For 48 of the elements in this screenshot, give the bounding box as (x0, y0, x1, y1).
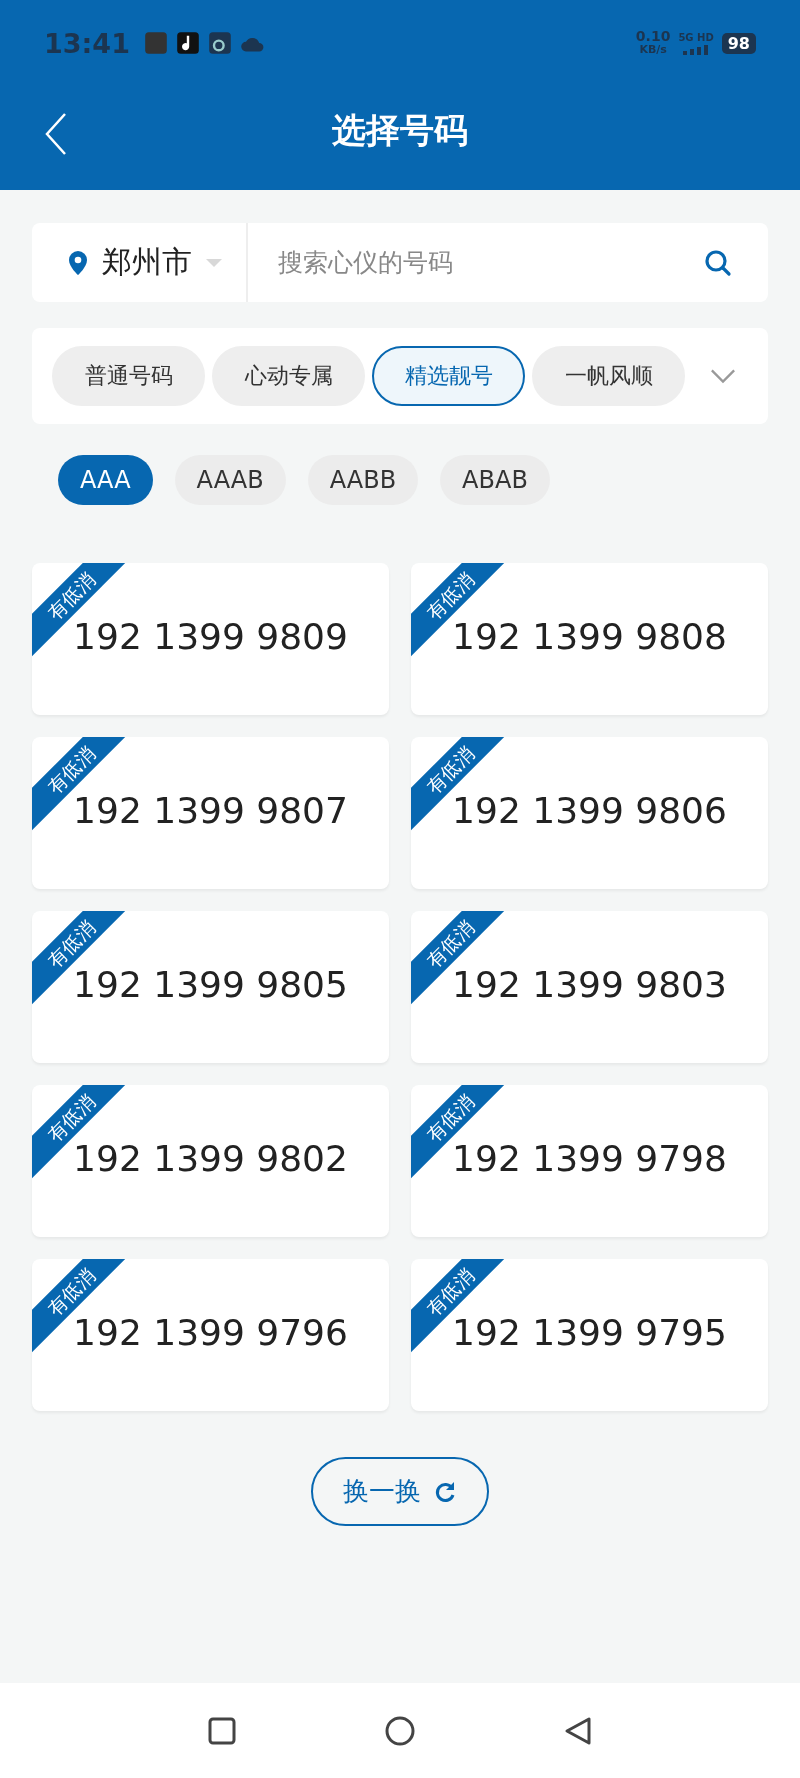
speed-unit: KB/s (639, 43, 667, 56)
phone-number: 192 1399 9805 (73, 963, 348, 1007)
number-card[interactable]: 有低消 192 1399 9807 (32, 737, 389, 889)
home-icon[interactable] (385, 1715, 415, 1746)
expand-icon[interactable] (710, 368, 736, 384)
pattern-tab[interactable]: AAA (58, 455, 153, 505)
number-card[interactable]: 有低消 192 1399 9802 (32, 1085, 389, 1237)
battery-indicator: 98 (721, 32, 756, 54)
pattern-tab[interactable]: AAAB (174, 455, 286, 505)
number-card[interactable]: 有低消 192 1399 9809 (32, 563, 389, 715)
number-card[interactable]: 有低消 192 1399 9806 (411, 737, 768, 889)
dropdown-icon (206, 258, 222, 267)
phone-number: 192 1399 9807 (73, 789, 348, 833)
network-type: 5G HD (678, 31, 714, 43)
pattern-tab[interactable]: ABAB (440, 455, 550, 505)
status-time: 13:41 (44, 27, 130, 59)
location-pin-icon (68, 249, 88, 276)
phone-number: 192 1399 9796 (73, 1311, 348, 1355)
recent-apps-icon[interactable] (207, 1715, 237, 1746)
page-title: 选择号码 (332, 109, 468, 152)
category-tab[interactable]: 精选靓号 (372, 346, 525, 406)
number-card[interactable]: 有低消 192 1399 9803 (411, 911, 768, 1063)
network-speed: 0.10 (635, 30, 671, 43)
category-tab[interactable]: 普通号码 (52, 346, 205, 406)
phone-number: 192 1399 9803 (452, 963, 727, 1007)
app-icon (143, 31, 168, 55)
phone-number: 192 1399 9809 (73, 615, 348, 659)
refresh-button[interactable]: 换一换 (311, 1457, 489, 1526)
number-card[interactable]: 有低消 192 1399 9798 (411, 1085, 768, 1237)
phone-number: 192 1399 9808 (452, 615, 727, 659)
signal-icon (683, 44, 710, 55)
back-icon[interactable] (44, 112, 68, 156)
number-card[interactable]: 有低消 192 1399 9795 (411, 1259, 768, 1411)
phone-number: 192 1399 9795 (452, 1311, 727, 1355)
category-tab[interactable]: 一帆风顺 (532, 346, 685, 406)
number-card[interactable]: 有低消 192 1399 9805 (32, 911, 389, 1063)
city-selector[interactable]: 郑州市 (32, 223, 248, 302)
category-tab[interactable]: 心动专属 (212, 346, 365, 406)
number-card[interactable]: 有低消 192 1399 9808 (411, 563, 768, 715)
phone-number: 192 1399 9802 (73, 1137, 348, 1181)
search-icon[interactable] (704, 248, 732, 277)
back-nav-icon[interactable] (563, 1715, 593, 1746)
phone-number: 192 1399 9798 (452, 1137, 727, 1181)
pattern-tab[interactable]: AABB (307, 455, 419, 505)
phone-number: 192 1399 9806 (452, 789, 727, 833)
search-field[interactable]: 搜索心仪的号码 (248, 248, 704, 277)
note-icon (175, 31, 200, 55)
number-card[interactable]: 有低消 192 1399 9796 (32, 1259, 389, 1411)
